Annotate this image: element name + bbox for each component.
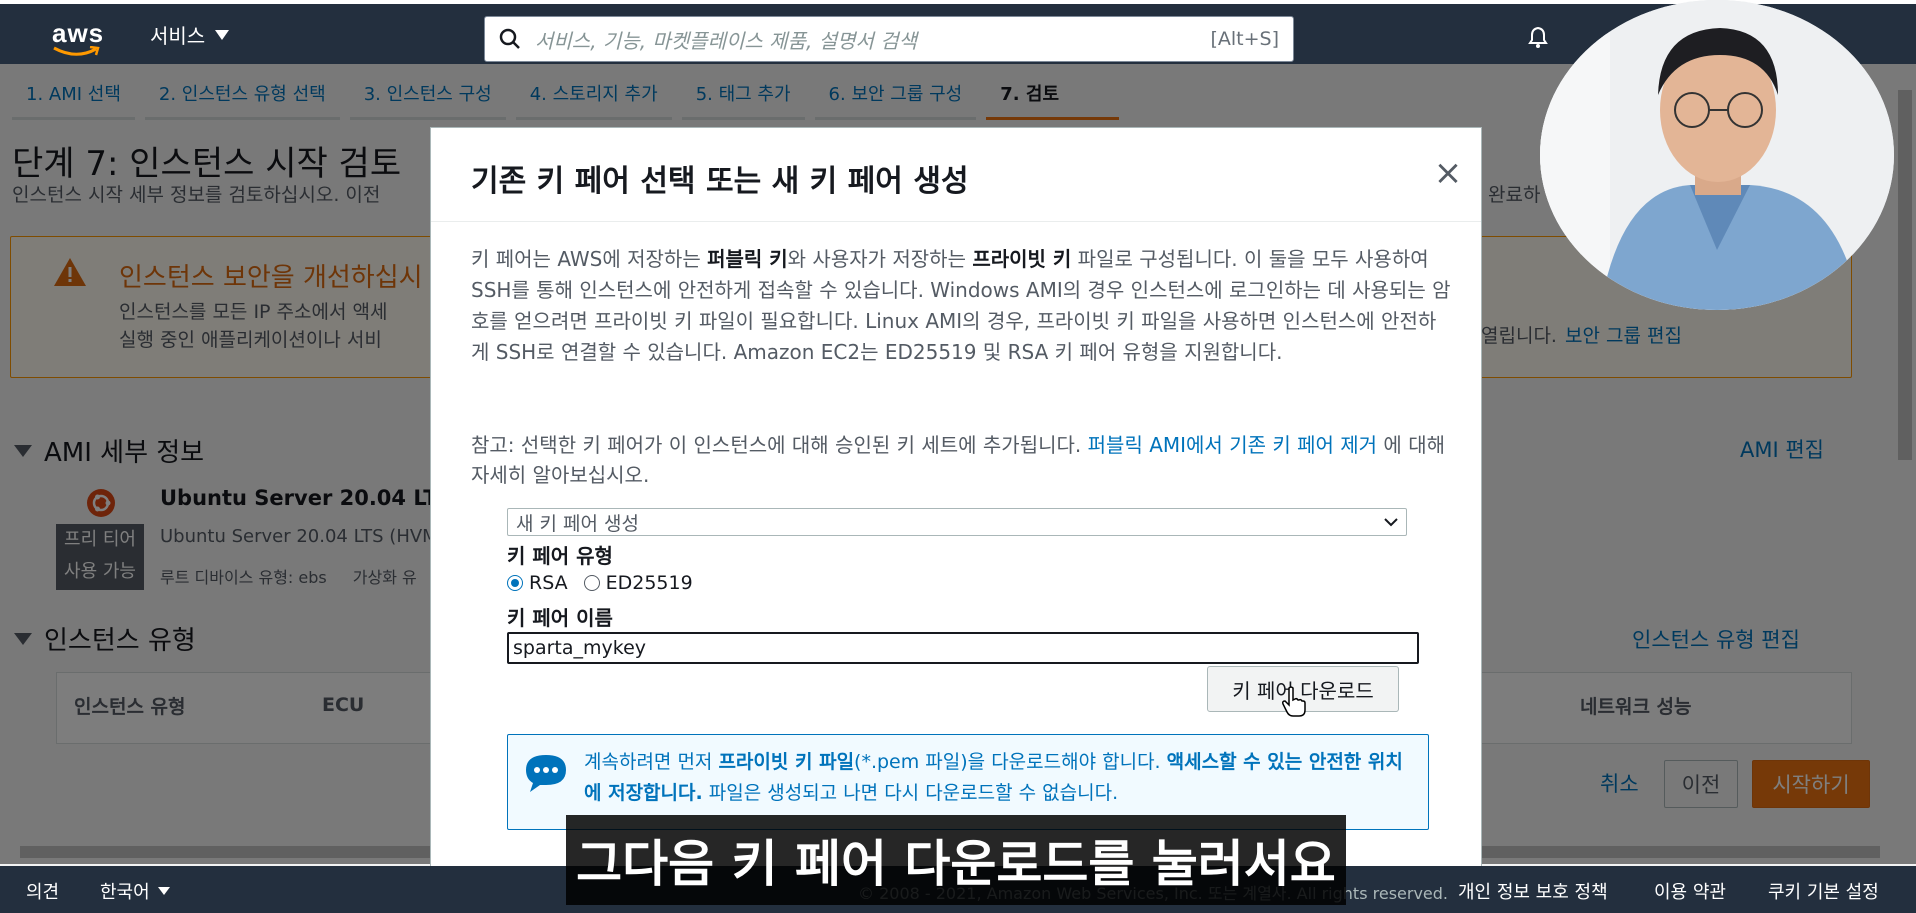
dialog-title: 기존 키 페어 선택 또는 새 키 페어 생성: [471, 164, 969, 199]
key-pair-note: 참고: 선택한 키 페어가 이 인스턴스에 대해 승인된 키 세트에 추가됩니다…: [471, 430, 1451, 490]
search-shortcut: [Alt+S]: [1210, 28, 1279, 50]
ed25519-radio[interactable]: [583, 575, 600, 591]
info-part: 파일은 생성되고 나면 다시 다운로드할 수 없습니다.: [702, 782, 1119, 804]
rsa-label[interactable]: RSA: [529, 572, 568, 594]
key-pair-type-radios: RSA ED25519: [507, 572, 693, 594]
aws-logo[interactable]: aws: [50, 18, 104, 58]
public-key-term: 퍼블릭 키: [707, 247, 788, 271]
key-pair-name-input[interactable]: sparta_mykey: [507, 632, 1419, 664]
search-placeholder: 서비스, 기능, 마켓플레이스 제품, 설명서 검색: [535, 28, 918, 53]
key-pair-option-select[interactable]: 새 키 페어 생성: [507, 508, 1407, 536]
key-pair-name-label: 키 페어 이름: [507, 606, 613, 630]
services-menu[interactable]: 서비스: [150, 20, 230, 49]
private-key-file-term: 프라이빗 키 파일: [718, 751, 855, 773]
feedback-link[interactable]: 의견: [26, 878, 59, 904]
terms-link[interactable]: 이용 약관: [1654, 878, 1726, 904]
chat-bubble-icon: [526, 755, 566, 792]
chevron-down-icon: [1384, 517, 1398, 526]
rsa-radio[interactable]: [507, 575, 523, 591]
language-selector[interactable]: 한국어: [100, 878, 170, 904]
ed25519-label[interactable]: ED25519: [606, 572, 693, 594]
close-icon[interactable]: ×: [1431, 156, 1465, 190]
private-key-term: 프라이빗 키: [972, 247, 1072, 271]
webcam-overlay: [1540, 0, 1894, 310]
privacy-policy-link[interactable]: 개인 정보 보호 정책: [1458, 878, 1608, 904]
key-pair-type-label: 키 페어 유형: [507, 544, 613, 568]
key-pair-dialog: 기존 키 페어 선택 또는 새 키 페어 생성 × 키 페어는 AWS에 저장하…: [430, 127, 1482, 867]
remove-key-pair-link[interactable]: 퍼블릭 AMI에서 기존 키 페어 제거: [1088, 433, 1377, 457]
bell-icon[interactable]: [1525, 24, 1551, 50]
search-bar[interactable]: 서비스, 기능, 마켓플레이스 제품, 설명서 검색 [Alt+S]: [484, 16, 1294, 62]
key-pair-description: 키 페어는 AWS에 저장하는 퍼블릭 키와 사용자가 저장하는 프라이빗 키 …: [471, 244, 1451, 368]
info-part: 계속하려면 먼저: [584, 751, 719, 773]
download-info-text: 계속하려면 먼저 프라이빗 키 파일(*.pem 파일)을 다운로드해야 합니다…: [584, 747, 1414, 809]
dialog-header: 기존 키 페어 선택 또는 새 키 페어 생성 ×: [431, 128, 1481, 222]
note-part: 참고: 선택한 키 페어가 이 인스턴스에 대해 승인된 키 세트에 추가됩니다…: [471, 433, 1088, 457]
services-label: 서비스: [150, 24, 206, 48]
caret-down-icon: [157, 887, 170, 895]
aws-smile-icon: [53, 46, 100, 56]
cookie-preferences-link[interactable]: 쿠키 기본 설정: [1768, 878, 1879, 904]
search-icon: [499, 28, 520, 49]
presenter-image: [1540, 0, 1894, 310]
select-value: 새 키 페어 생성: [516, 512, 639, 535]
info-part: (*.pem 파일)을 다운로드해야 합니다.: [854, 751, 1167, 773]
language-label: 한국어: [100, 882, 150, 903]
aws-logo-text: aws: [52, 18, 105, 48]
video-caption: 그다음 키 페어 다운로드를 눌러서요: [566, 815, 1346, 905]
caret-down-icon: [215, 29, 230, 40]
hand-cursor-icon: [1282, 686, 1306, 717]
desc-part: 키 페어는 AWS에 저장하는: [471, 247, 708, 271]
desc-part: 와 사용자가 저장하는: [787, 247, 973, 271]
